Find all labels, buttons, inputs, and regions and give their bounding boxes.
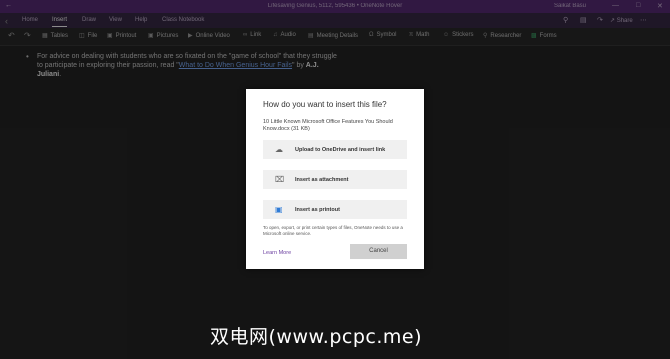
upload-onedrive-label: Upload to OneDrive and insert link [295,147,386,153]
cloud-upload-icon: ☁ [275,145,283,154]
insert-printout-label: Insert as printout [295,207,340,213]
upload-onedrive-button[interactable]: ☁ Upload to OneDrive and insert link [263,140,407,159]
cancel-button[interactable]: Cancel [350,244,407,259]
online-service-note: To open, export, or print certain types … [263,225,403,236]
learn-more-link[interactable]: Learn More [263,250,291,256]
file-name: 10 Little Known Microsoft Office Feature… [263,119,393,132]
watermark-text: 双电网(www.pcpc.me) [210,326,422,348]
paperclip-icon: ⌧ [275,175,285,184]
insert-printout-button[interactable]: ▣ Insert as printout [263,200,407,219]
insert-attachment-button[interactable]: ⌧ Insert as attachment [263,170,407,189]
dialog-title: How do you want to insert this file? [263,100,387,109]
printout-icon: ▣ [275,205,283,214]
insert-attachment-label: Insert as attachment [295,177,349,183]
insert-file-dialog: How do you want to insert this file? 10 … [246,89,424,269]
